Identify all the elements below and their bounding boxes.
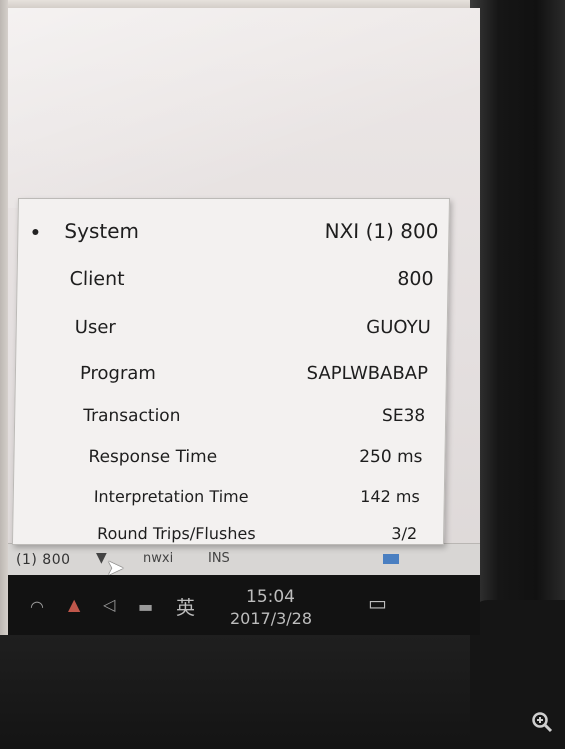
action-center-icon[interactable]: ▭ — [368, 591, 387, 615]
popup-row-program[interactable]: Program SAPLWBABAP — [16, 363, 447, 393]
popup-row-interpretation-time[interactable]: Interpretation Time 142 ms — [13, 487, 444, 517]
row-value: GUOYU — [366, 317, 431, 338]
row-label: Round Trips/Flushes — [96, 524, 256, 543]
row-label: Program — [79, 363, 157, 384]
row-value: 800 — [397, 268, 434, 290]
row-value: 250 ms — [359, 447, 423, 467]
windows-taskbar: ◠ ▲ ◁ ▬ 英 15:04 2017/3/28 ▭ — [8, 575, 480, 635]
taskbar-clock-date[interactable]: 2017/3/28 — [230, 609, 312, 628]
row-value: SAPLWBABAP — [306, 363, 429, 384]
popup-row-response-time[interactable]: Response Time 250 ms — [14, 447, 445, 477]
row-value: 3/2 — [391, 524, 418, 543]
popup-row-transaction[interactable]: Transaction SE38 — [15, 406, 446, 436]
ime-language-indicator[interactable]: 英 — [176, 593, 195, 620]
status-bar-indicator-icon — [383, 554, 399, 564]
row-label: System — [64, 219, 140, 243]
monitor-screen: (1) 800 ▼ nwxi INS ◠ ▲ ◁ ▬ 英 15:04 2017/… — [8, 8, 480, 635]
battery-icon[interactable]: ▬ — [138, 597, 153, 616]
row-value: NXI (1) 800 — [324, 219, 439, 243]
screen-glare — [8, 8, 480, 208]
wifi-icon[interactable]: ◠ — [30, 597, 44, 616]
row-value: 142 ms — [360, 487, 420, 506]
speaker-icon[interactable]: ◁ — [103, 595, 115, 614]
status-bar-system-text: (1) 800 — [16, 552, 71, 568]
popup-row-client[interactable]: Client 800 — [17, 268, 448, 298]
popup-row-round-trips[interactable]: Round Trips/Flushes 3/2 — [13, 524, 444, 554]
selected-bullet-icon — [32, 229, 39, 235]
mouse-cursor-icon: ➤ — [106, 556, 125, 581]
security-alert-icon[interactable]: ▲ — [68, 595, 80, 614]
popup-row-system[interactable]: System NXI (1) 800 — [18, 219, 449, 249]
row-value: SE38 — [381, 406, 426, 426]
taskbar-clock-time[interactable]: 15:04 — [246, 587, 295, 607]
row-label: Response Time — [88, 447, 218, 467]
row-label: Client — [69, 268, 125, 290]
row-label: User — [74, 317, 116, 338]
row-label: Interpretation Time — [93, 487, 249, 506]
popup-row-user[interactable]: User GUOYU — [16, 317, 447, 347]
sap-status-popup: System NXI (1) 800 Client 800 User GUOYU… — [11, 198, 451, 545]
zoom-in-icon[interactable] — [531, 711, 553, 733]
row-label: Transaction — [83, 406, 181, 426]
